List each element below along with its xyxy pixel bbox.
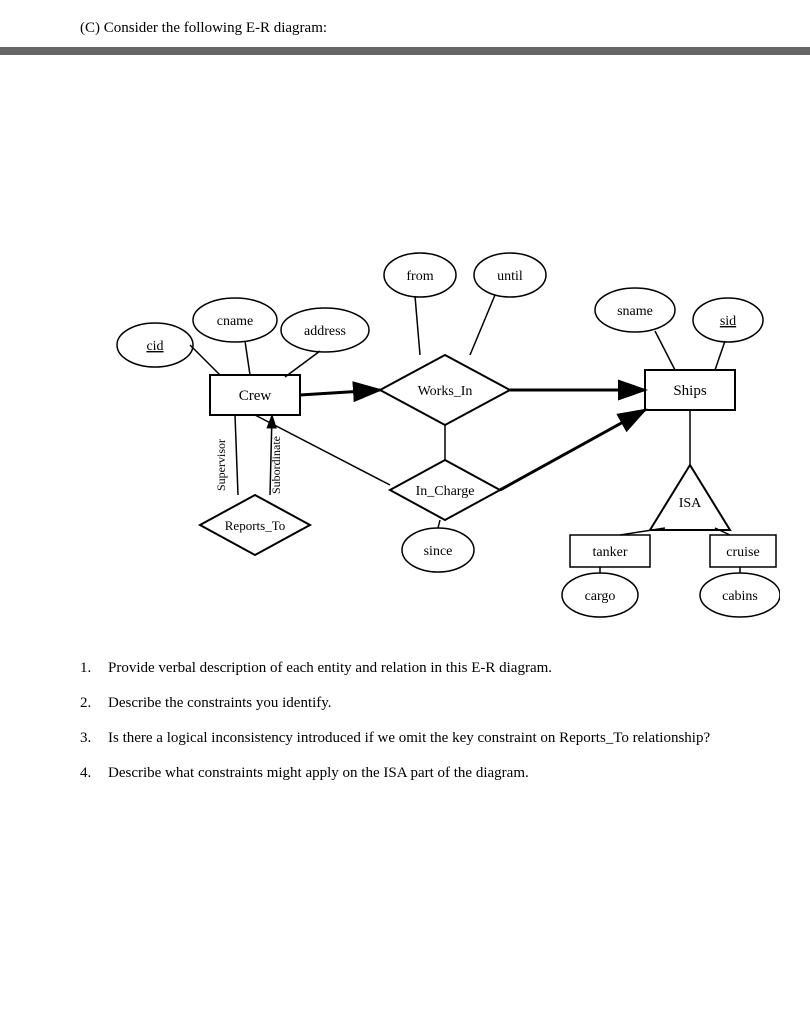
svg-text:Ships: Ships: [673, 383, 707, 399]
questions-section: 1. Provide verbal description of each en…: [80, 660, 750, 782]
svg-text:since: since: [424, 544, 453, 559]
question-2-text: Describe the constraints you identify.: [108, 695, 332, 712]
svg-text:cargo: cargo: [585, 589, 616, 604]
question-3-num: 3.: [80, 730, 100, 747]
svg-text:sname: sname: [617, 304, 653, 319]
svg-text:cid: cid: [146, 339, 163, 354]
page: (C) Consider the following E-R diagram: …: [0, 0, 810, 840]
question-1-text: Provide verbal description of each entit…: [108, 660, 552, 677]
svg-text:cabins: cabins: [722, 589, 758, 604]
question-4-num: 4.: [80, 765, 100, 782]
question-4-text: Describe what constraints might apply on…: [108, 765, 529, 782]
svg-text:Reports_To: Reports_To: [225, 518, 285, 533]
er-diagram: cid cname address from until sname sid s…: [80, 75, 750, 640]
question-1: 1. Provide verbal description of each en…: [80, 660, 750, 677]
svg-text:Crew: Crew: [239, 388, 272, 404]
question-1-num: 1.: [80, 660, 100, 677]
svg-text:address: address: [304, 324, 346, 339]
question-2: 2. Describe the constraints you identify…: [80, 695, 750, 712]
svg-text:Works_In: Works_In: [418, 384, 473, 399]
question-3: 3. Is there a logical inconsistency intr…: [80, 730, 750, 747]
svg-text:Subordinate: Subordinate: [269, 436, 283, 494]
header-text: (C) Consider the following E-R diagram:: [80, 20, 750, 37]
svg-text:In_Charge: In_Charge: [416, 484, 475, 499]
svg-text:from: from: [406, 269, 433, 284]
divider: [0, 47, 810, 55]
svg-text:cruise: cruise: [726, 545, 759, 560]
er-diagram-svg: cid cname address from until sname sid s…: [80, 75, 780, 635]
svg-text:sid: sid: [720, 314, 736, 329]
question-4: 4. Describe what constraints might apply…: [80, 765, 750, 782]
question-3-text: Is there a logical inconsistency introdu…: [108, 730, 710, 747]
svg-text:Supervisor: Supervisor: [214, 439, 228, 491]
svg-text:tanker: tanker: [593, 545, 628, 560]
svg-text:cname: cname: [217, 314, 254, 329]
question-2-num: 2.: [80, 695, 100, 712]
svg-text:until: until: [497, 269, 523, 284]
svg-text:ISA: ISA: [679, 496, 702, 511]
